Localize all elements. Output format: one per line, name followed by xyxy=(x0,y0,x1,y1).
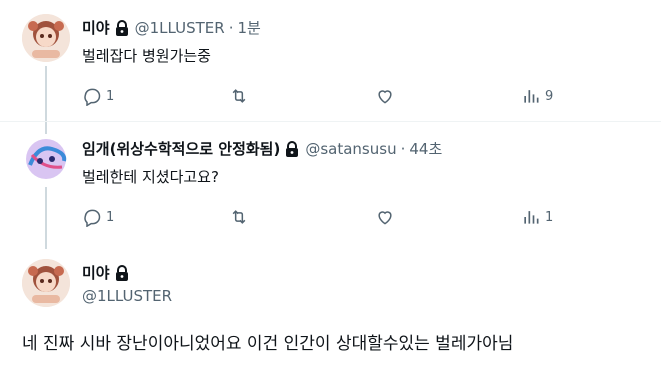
heart-icon xyxy=(378,90,392,104)
heart-icon xyxy=(378,211,392,225)
avatar[interactable] xyxy=(22,259,70,307)
tweet-text: 벌레잡다 병원가는중 xyxy=(82,47,211,65)
tweet-header: 미야 @1LLUSTER · 1분 xyxy=(82,17,261,38)
display-name[interactable]: 미야 xyxy=(82,17,110,38)
thread-line xyxy=(45,187,47,249)
views-count: 1 xyxy=(545,209,554,225)
separator-dot: · xyxy=(228,18,234,37)
views-count: 9 xyxy=(545,88,554,104)
divider xyxy=(0,121,661,122)
display-name[interactable]: 임개(위상수학적으로 안정화됨) xyxy=(82,138,280,159)
timestamp[interactable]: 1분 xyxy=(237,17,260,38)
user-handle[interactable]: @1LLUSTER xyxy=(135,19,225,37)
main-tweet-header: 미야 xyxy=(82,262,129,283)
retweet-icon xyxy=(232,89,246,103)
reply-icon xyxy=(84,88,101,106)
tweet-header: 임개(위상수학적으로 안정화됨) @satansusu · 44초 xyxy=(82,138,442,159)
reply-button[interactable]: 1 xyxy=(82,207,114,227)
lock-icon xyxy=(115,264,129,281)
like-button[interactable] xyxy=(375,207,395,227)
reply-button[interactable]: 1 xyxy=(82,86,114,106)
main-tweet-text: 네 진짜 시바 장난이아니었어요 이건 인간이 상대할수있는 벌레가아님 xyxy=(22,334,514,354)
display-name[interactable]: 미야 xyxy=(82,262,110,283)
user-handle[interactable]: @satansusu xyxy=(305,140,396,158)
lock-icon xyxy=(115,19,129,36)
views-button[interactable]: 9 xyxy=(521,86,553,106)
tweet-text: 벌레한테 지셨다고요? xyxy=(82,168,219,186)
retweet-icon xyxy=(232,210,246,224)
views-icon xyxy=(524,211,539,224)
retweet-button[interactable] xyxy=(229,207,249,227)
lock-icon xyxy=(285,140,299,157)
timestamp[interactable]: 44초 xyxy=(409,138,442,159)
reply-icon xyxy=(84,209,101,227)
retweet-button[interactable] xyxy=(229,86,249,106)
reply-count: 1 xyxy=(106,88,115,104)
like-button[interactable] xyxy=(375,86,395,106)
avatar[interactable] xyxy=(22,135,70,183)
separator-dot: · xyxy=(400,139,406,158)
views-icon xyxy=(524,90,539,103)
thread-line xyxy=(45,122,47,134)
avatar[interactable] xyxy=(22,14,70,62)
reply-count: 1 xyxy=(106,209,115,225)
user-handle[interactable]: @1LLUSTER xyxy=(82,287,172,305)
views-button[interactable]: 1 xyxy=(521,207,553,227)
